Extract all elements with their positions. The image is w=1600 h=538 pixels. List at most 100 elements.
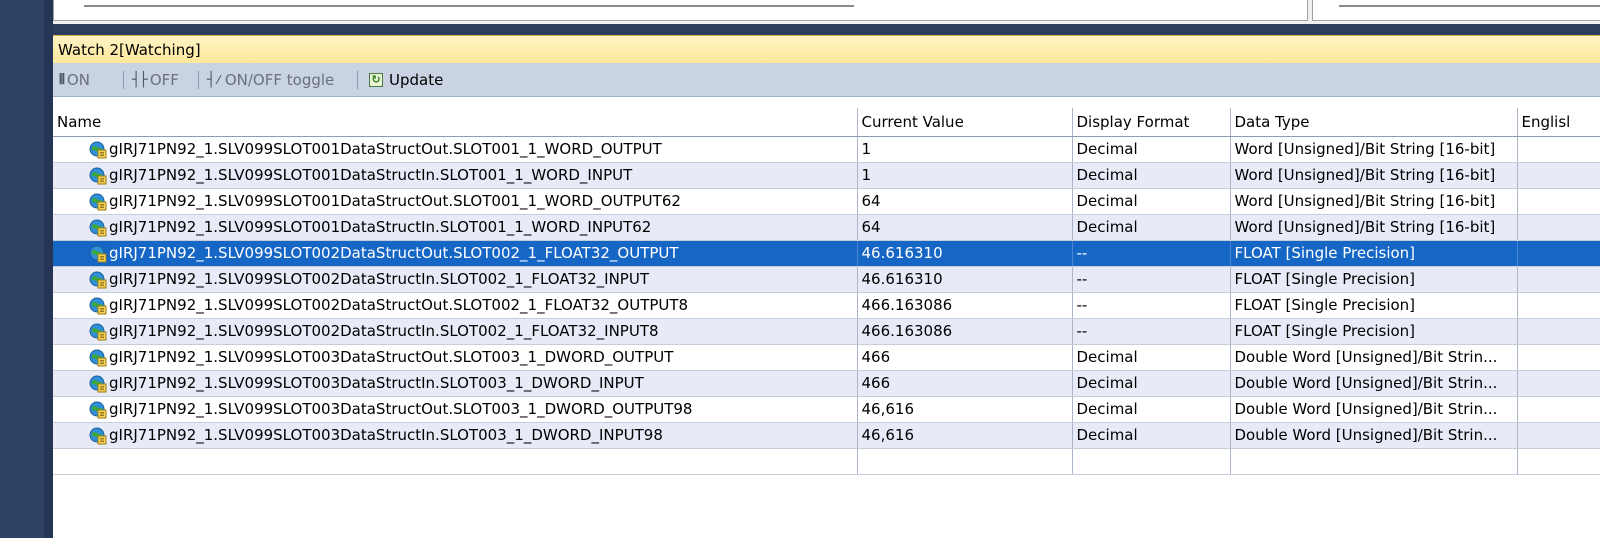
name-cell[interactable]: gIRJ71PN92_1.SLV099SLOT003DataStructOut.… xyxy=(53,396,858,423)
data-type-cell: Word [Unsigned]/Bit String [16-bit] xyxy=(1230,214,1518,241)
data-type-cell: FLOAT [Single Precision] xyxy=(1230,266,1518,293)
toggle-label: ON/OFF toggle xyxy=(224,71,335,89)
name-cell[interactable]: gIRJ71PN92_1.SLV099SLOT002DataStructOut.… xyxy=(53,240,858,267)
current-value-cell[interactable]: 1 xyxy=(857,162,1073,189)
data-type-cell: Word [Unsigned]/Bit String [16-bit] xyxy=(1230,136,1518,163)
data-type-cell: Double Word [Unsigned]/Bit Strin... xyxy=(1230,370,1518,397)
name-cell[interactable]: gIRJ71PN92_1.SLV099SLOT002DataStructOut.… xyxy=(53,292,858,319)
display-format-cell[interactable]: Decimal xyxy=(1072,214,1231,241)
current-value-cell[interactable]: 466.163086 xyxy=(857,292,1073,319)
watch-window: Watch 2[Watching] ⫴ ON ┤├ OFF ┤⁄ ON/OFF … xyxy=(53,35,1600,538)
name-cell[interactable]: gIRJ71PN92_1.SLV099SLOT001DataStructOut.… xyxy=(53,188,858,215)
current-value-cell[interactable]: 466.163086 xyxy=(857,318,1073,345)
column-header-data-type[interactable]: Data Type xyxy=(1230,108,1518,137)
variable-name: gIRJ71PN92_1.SLV099SLOT003DataStructOut.… xyxy=(109,400,693,418)
display-format-cell[interactable]: Decimal xyxy=(1072,344,1231,371)
watch-toolbar: ⫴ ON ┤├ OFF ┤⁄ ON/OFF toggle ↻ Update xyxy=(53,63,1600,97)
table-row[interactable]: gIRJ71PN92_1.SLV099SLOT002DataStructIn.S… xyxy=(53,318,1600,345)
global-variable-icon xyxy=(89,297,107,315)
contact-on-icon: ⫴ xyxy=(59,72,65,88)
watch-table-body: gIRJ71PN92_1.SLV099SLOT001DataStructOut.… xyxy=(53,136,1600,475)
on-off-toggle-button[interactable]: ┤⁄ ON/OFF toggle xyxy=(207,70,334,90)
current-value-cell[interactable]: 46,616 xyxy=(857,396,1073,423)
contact-toggle-icon: ┤⁄ xyxy=(207,71,223,88)
name-cell[interactable]: gIRJ71PN92_1.SLV099SLOT003DataStructIn.S… xyxy=(53,370,858,397)
update-button[interactable]: ↻ Update xyxy=(369,70,443,90)
name-cell[interactable]: gIRJ71PN92_1.SLV099SLOT001DataStructIn.S… xyxy=(53,214,858,241)
current-value-cell[interactable]: 1 xyxy=(857,136,1073,163)
global-variable-icon xyxy=(89,349,107,367)
current-value-cell[interactable]: 46.616310 xyxy=(857,266,1073,293)
off-button[interactable]: ┤├ OFF xyxy=(132,70,179,90)
watch-table: Name Current Value Display Format Data T… xyxy=(53,108,1600,475)
sidebar-splitter[interactable] xyxy=(44,0,53,538)
update-label: Update xyxy=(389,71,444,89)
column-header-display-format[interactable]: Display Format xyxy=(1072,108,1231,137)
current-value-cell[interactable]: 46,616 xyxy=(857,422,1073,449)
watch-window-title: Watch 2[Watching] xyxy=(58,41,201,59)
display-format-cell[interactable]: -- xyxy=(1072,266,1231,293)
refresh-icon: ↻ xyxy=(369,73,383,87)
display-format-cell[interactable]: -- xyxy=(1072,318,1231,345)
english-cell xyxy=(1517,162,1600,189)
display-format-cell[interactable]: Decimal xyxy=(1072,396,1231,423)
data-type-cell: Word [Unsigned]/Bit String [16-bit] xyxy=(1230,162,1518,189)
english-cell xyxy=(1517,266,1600,293)
variable-name: gIRJ71PN92_1.SLV099SLOT003DataStructIn.S… xyxy=(109,426,663,444)
name-cell[interactable]: gIRJ71PN92_1.SLV099SLOT001DataStructIn.S… xyxy=(53,162,858,189)
table-row[interactable]: gIRJ71PN92_1.SLV099SLOT001DataStructIn.S… xyxy=(53,162,1600,189)
name-cell[interactable]: gIRJ71PN92_1.SLV099SLOT003DataStructOut.… xyxy=(53,344,858,371)
display-format-cell[interactable]: Decimal xyxy=(1072,136,1231,163)
variable-name: gIRJ71PN92_1.SLV099SLOT002DataStructIn.S… xyxy=(109,270,649,288)
english-cell xyxy=(1517,422,1600,449)
table-row[interactable]: gIRJ71PN92_1.SLV099SLOT003DataStructOut.… xyxy=(53,344,1600,371)
global-variable-icon xyxy=(89,375,107,393)
empty-entry-row[interactable] xyxy=(53,448,1600,475)
table-row[interactable]: gIRJ71PN92_1.SLV099SLOT003DataStructIn.S… xyxy=(53,422,1600,449)
column-header-english[interactable]: Englisl xyxy=(1517,108,1600,137)
current-value-cell[interactable]: 466 xyxy=(857,344,1073,371)
variable-name: gIRJ71PN92_1.SLV099SLOT001DataStructOut.… xyxy=(109,140,662,158)
watch-window-title-bar[interactable]: Watch 2[Watching] xyxy=(53,35,1600,63)
display-format-cell[interactable]: -- xyxy=(1072,292,1231,319)
name-cell[interactable]: gIRJ71PN92_1.SLV099SLOT001DataStructOut.… xyxy=(53,136,858,163)
table-row[interactable]: gIRJ71PN92_1.SLV099SLOT002DataStructOut.… xyxy=(53,240,1600,267)
column-header-current-value[interactable]: Current Value xyxy=(857,108,1073,137)
toolbar-separator xyxy=(357,71,358,89)
empty-name-cell[interactable] xyxy=(53,448,858,475)
display-format-cell[interactable]: -- xyxy=(1072,240,1231,267)
contact-off-icon: ┤├ xyxy=(132,72,148,88)
current-value-cell[interactable]: 466 xyxy=(857,370,1073,397)
table-header-row: Name Current Value Display Format Data T… xyxy=(53,108,1600,137)
variable-name: gIRJ71PN92_1.SLV099SLOT003DataStructIn.S… xyxy=(109,374,644,392)
upper-pane-area xyxy=(53,0,1600,24)
global-variable-icon xyxy=(89,271,107,289)
global-variable-icon xyxy=(89,193,107,211)
name-cell[interactable]: gIRJ71PN92_1.SLV099SLOT002DataStructIn.S… xyxy=(53,266,858,293)
variable-name: gIRJ71PN92_1.SLV099SLOT001DataStructIn.S… xyxy=(109,218,652,236)
display-format-cell[interactable]: Decimal xyxy=(1072,422,1231,449)
name-cell[interactable]: gIRJ71PN92_1.SLV099SLOT003DataStructIn.S… xyxy=(53,422,858,449)
table-row[interactable]: gIRJ71PN92_1.SLV099SLOT003DataStructOut.… xyxy=(53,396,1600,423)
table-row[interactable]: gIRJ71PN92_1.SLV099SLOT001DataStructOut.… xyxy=(53,136,1600,163)
table-row[interactable]: gIRJ71PN92_1.SLV099SLOT002DataStructOut.… xyxy=(53,292,1600,319)
display-format-cell[interactable]: Decimal xyxy=(1072,370,1231,397)
current-value-cell[interactable]: 46.616310 xyxy=(857,240,1073,267)
on-button[interactable]: ⫴ ON xyxy=(59,70,90,90)
data-type-cell: Double Word [Unsigned]/Bit Strin... xyxy=(1230,396,1518,423)
table-row[interactable]: gIRJ71PN92_1.SLV099SLOT003DataStructIn.S… xyxy=(53,370,1600,397)
display-format-cell[interactable]: Decimal xyxy=(1072,188,1231,215)
data-type-cell: Double Word [Unsigned]/Bit Strin... xyxy=(1230,344,1518,371)
variable-name: gIRJ71PN92_1.SLV099SLOT001DataStructOut.… xyxy=(109,192,681,210)
english-cell xyxy=(1517,136,1600,163)
data-type-cell: Word [Unsigned]/Bit String [16-bit] xyxy=(1230,188,1518,215)
display-format-cell[interactable]: Decimal xyxy=(1072,162,1231,189)
current-value-cell[interactable]: 64 xyxy=(857,214,1073,241)
current-value-cell[interactable]: 64 xyxy=(857,188,1073,215)
table-row[interactable]: gIRJ71PN92_1.SLV099SLOT002DataStructIn.S… xyxy=(53,266,1600,293)
toolbar-separator xyxy=(198,71,199,89)
table-row[interactable]: gIRJ71PN92_1.SLV099SLOT001DataStructOut.… xyxy=(53,188,1600,215)
table-row[interactable]: gIRJ71PN92_1.SLV099SLOT001DataStructIn.S… xyxy=(53,214,1600,241)
name-cell[interactable]: gIRJ71PN92_1.SLV099SLOT002DataStructIn.S… xyxy=(53,318,858,345)
column-header-name[interactable]: Name xyxy=(53,108,858,137)
